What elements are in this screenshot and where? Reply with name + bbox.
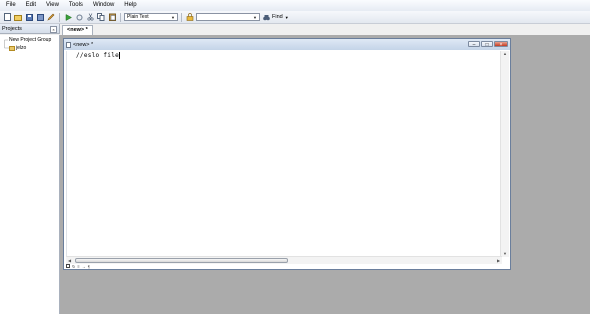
mdi-workspace: <new> * – □ × //eslo file ▲ ▼ ◀ ▶ ↻ ≡ → [60,35,590,314]
window-controls: – □ × [468,41,508,48]
chevron-down-icon: ▼ [284,14,289,20]
cut-button[interactable] [86,13,94,21]
minimize-button[interactable]: – [468,41,480,48]
tree-collapse-icon[interactable] [0,36,9,44]
binoculars-icon [263,14,270,20]
main-toolbar: Plain Text ▼ ▼ Find ▼ [0,11,590,24]
copy-button[interactable] [97,13,105,21]
lock-icon [186,13,194,21]
close-icon[interactable]: × [50,26,57,33]
open-file-button[interactable] [14,13,22,21]
play-icon [65,13,72,21]
maximize-button[interactable]: □ [481,41,493,48]
close-button[interactable]: × [494,41,508,48]
menu-help[interactable]: Help [119,0,141,11]
find-button[interactable]: Find ▼ [263,14,289,21]
projects-panel-title: Projects [2,26,22,32]
new-file-icon [3,13,11,21]
code-line: //eslo file [76,52,121,59]
run-button[interactable] [64,13,72,21]
open-folder-icon [14,14,22,21]
save-all-icon [36,13,44,21]
menu-bar: File Edit View Tools Window Help [0,0,590,11]
list-icon[interactable]: ≡ [77,264,79,269]
menu-window[interactable]: Window [88,0,119,11]
syntax-select-value: Plain Text [127,14,149,20]
scroll-down-icon[interactable]: ▼ [501,251,509,257]
project-group-label: New Project Group [9,37,52,43]
toolbar-separator [120,12,121,22]
project-label: jelzo [16,45,27,51]
scissors-icon [86,13,94,21]
document-window: <new> * – □ × //eslo file ▲ ▼ ◀ ▶ ↻ ≡ → [63,38,511,270]
document-window-title: <new> * [73,41,94,48]
menu-edit[interactable]: Edit [21,0,41,11]
scroll-up-icon[interactable]: ▲ [501,51,509,57]
syntax-select[interactable]: Plain Text ▼ [124,13,178,21]
editor-statusbar: ↻ ≡ → ¶ [66,263,90,269]
chevron-down-icon: ▼ [253,14,257,20]
tree-item-project[interactable]: jelzo [0,44,59,52]
arrow-icon[interactable]: → [82,264,86,269]
tree-item-project-group[interactable]: New Project Group [0,36,59,44]
refresh-icon [76,14,82,20]
projects-panel-header: Projects × [0,24,60,34]
save-icon [25,13,33,21]
find-label: Find [272,14,283,20]
new-file-button[interactable] [3,13,11,21]
paste-button[interactable] [108,13,116,21]
chevron-down-icon: ▼ [171,14,175,20]
folder-icon [9,45,15,51]
copy-icon [97,13,105,21]
menu-view[interactable]: View [41,0,64,11]
code-text: //eslo file [76,52,120,59]
search-combo[interactable]: ▼ [196,13,260,21]
paste-icon [108,13,116,21]
wrap-icon[interactable]: ↻ [72,264,75,269]
document-window-titlebar[interactable]: <new> * – □ × [64,39,510,50]
projects-panel: New Project Group jelzo [0,35,60,314]
tab-label: <new> * [67,27,88,33]
pilcrow-icon[interactable]: ¶ [88,264,90,269]
pencil-icon [47,13,55,21]
stop-button[interactable] [75,13,83,21]
horizontal-scrollbar[interactable]: ◀ ▶ [66,256,502,264]
menu-file[interactable]: File [0,0,21,11]
bookmark-button[interactable] [186,13,194,21]
document-icon [66,41,71,48]
edit-button[interactable] [47,13,55,21]
code-editor[interactable]: //eslo file [66,51,500,257]
vertical-scrollbar[interactable]: ▲ ▼ [500,51,509,257]
toolbar-separator [181,12,182,22]
horizontal-scroll-thumb[interactable] [75,258,288,263]
scroll-right-icon[interactable]: ▶ [495,257,502,264]
save-button[interactable] [25,13,33,21]
text-caret [119,52,121,59]
menu-tools[interactable]: Tools [64,0,88,11]
save-all-button[interactable] [36,13,44,21]
toolbar-separator [59,12,60,22]
tab-new-document[interactable]: <new> * [62,25,93,35]
selection-mode-icon[interactable] [66,264,70,268]
